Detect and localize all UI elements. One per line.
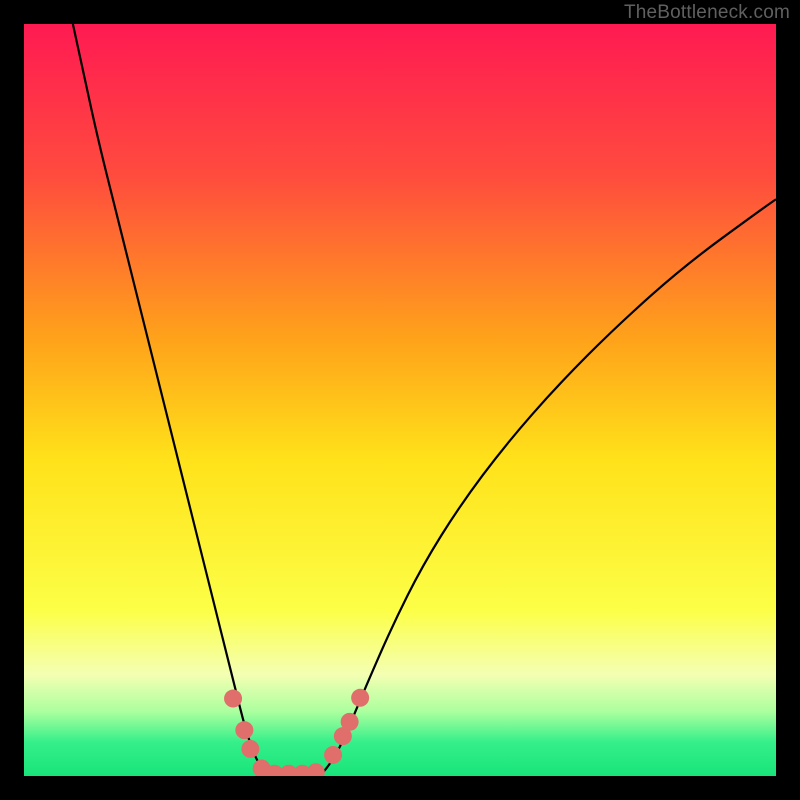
chart-frame [24, 24, 776, 776]
data-marker [241, 740, 259, 758]
gradient-background [24, 24, 776, 776]
attribution-text: TheBottleneck.com [624, 2, 790, 24]
data-marker [324, 746, 342, 764]
bottleneck-chart [24, 24, 776, 776]
data-marker [341, 713, 359, 731]
data-marker [351, 689, 369, 707]
data-marker [235, 721, 253, 739]
data-marker [224, 690, 242, 708]
